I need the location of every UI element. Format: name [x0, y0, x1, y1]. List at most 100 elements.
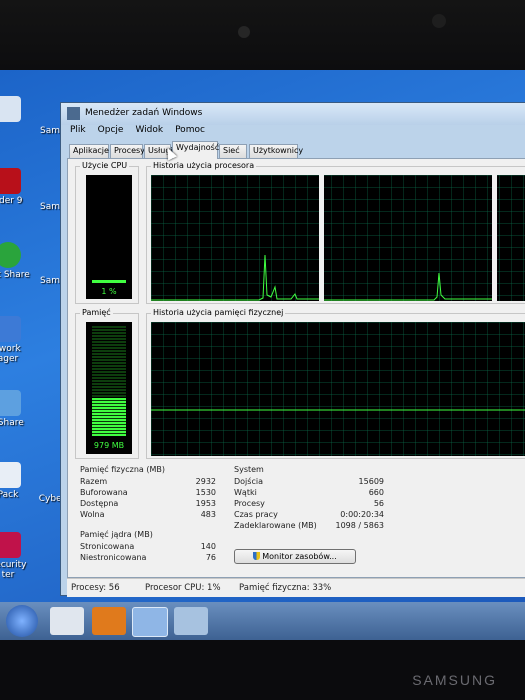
- desktop-icon-allshare[interactable]: eShare: [0, 390, 30, 428]
- stat-value: 1953: [195, 499, 216, 508]
- desktop-icon-pack[interactable]: Pack: [0, 462, 30, 500]
- taskbar-media-icon[interactable]: [92, 607, 126, 635]
- desktop-icon-label: Pack: [0, 490, 19, 500]
- menu-options[interactable]: Opcje: [98, 125, 124, 135]
- stat-key: Dojścia: [234, 477, 263, 486]
- task-manager-icon: [67, 107, 80, 120]
- tab-networking[interactable]: Sieć: [219, 144, 247, 158]
- cpu-usage-gauge: 1 %: [86, 175, 132, 299]
- stat-value: 2932: [195, 477, 216, 486]
- stat-row: Dojścia 15609: [234, 477, 384, 488]
- desktop-icon-label: twork ager: [0, 344, 21, 364]
- cpu-usage-value: 1 %: [101, 287, 117, 296]
- desktop-icon-label: ader 9: [0, 196, 23, 206]
- memory-bar: [92, 398, 126, 436]
- physical-memory-title: Pamięć fizyczna (MB): [80, 465, 165, 474]
- memory-label: Pamięć: [80, 308, 113, 317]
- desktop-icon-network-manager[interactable]: twork ager: [0, 316, 30, 364]
- stat-key: Wątki: [234, 488, 257, 497]
- kernel-memory-title: Pamięć jądra (MB): [80, 530, 153, 539]
- resource-monitor-label: Monitor zasobów...: [262, 552, 337, 561]
- system-title: System: [234, 465, 264, 474]
- memory-gauge: 979 MB: [86, 322, 132, 454]
- taskbar-app-icon[interactable]: [174, 607, 208, 635]
- stat-row: Procesy 56: [234, 499, 384, 510]
- stat-row: Niestronicowana 76: [80, 553, 216, 564]
- desktop-icon-security[interactable]: Security ter: [0, 532, 30, 580]
- stat-key: Zadeklarowane (MB): [234, 521, 317, 530]
- tab-processes[interactable]: Procesy: [110, 144, 145, 158]
- laptop-bezel-bottom: SAMSUNG: [0, 640, 525, 700]
- stat-key: Wolna: [80, 510, 105, 519]
- memory-history-group: Historia użycia pamięci fizycznej: [146, 308, 525, 459]
- cpu-core-2-graph: [324, 175, 492, 301]
- memory-history-graph: [151, 322, 525, 456]
- stat-key: Stronicowana: [80, 542, 135, 551]
- status-memory: Pamięć fizyczna: 33%: [239, 583, 332, 593]
- screen: Sam ader 9 Sam ent Share Sam twork ager …: [0, 70, 525, 642]
- stat-row: Stronicowana 140: [80, 542, 216, 553]
- tab-performance[interactable]: Wydajność: [172, 141, 219, 159]
- desktop-icon-label: Sam: [40, 202, 60, 212]
- cpu-history-label: Historia użycia procesora: [151, 161, 257, 170]
- laptop-bezel-top: [0, 0, 525, 78]
- taskbar-task-manager-icon[interactable]: [132, 607, 168, 637]
- cpu-history-group: Historia użycia procesora: [146, 161, 525, 304]
- system-stats: System Dojścia 15609 Wątki 660 Procesy 56 C…: [234, 465, 384, 535]
- stat-value: 15609: [358, 477, 384, 486]
- menu-view[interactable]: Widok: [135, 125, 163, 135]
- menu-bar: Plik Opcje Widok Pomoc: [64, 125, 525, 139]
- stat-row: Buforowana 1530: [80, 488, 216, 499]
- stat-value: 76: [205, 553, 216, 562]
- cpu-history-graph: [151, 175, 525, 301]
- physical-memory-stats: Pamięć fizyczna (MB) Razem 2932 Buforowan…: [80, 465, 216, 525]
- menu-help[interactable]: Pomoc: [175, 125, 205, 135]
- desktop-icon-label: Sam: [40, 276, 60, 286]
- task-manager-window: Menedżer zadań Windows Plik Opcje Widok Pom…: [60, 102, 525, 597]
- status-cpu: Procesor CPU: 1%: [145, 583, 221, 593]
- stat-key: Buforowana: [80, 488, 128, 497]
- shield-icon: [253, 552, 261, 560]
- stat-value: 56: [373, 499, 384, 508]
- memory-group: Pamięć 979 MB: [75, 308, 139, 459]
- resource-monitor-button[interactable]: Monitor zasobów...: [234, 549, 356, 564]
- menu-file[interactable]: Plik: [70, 125, 86, 135]
- memory-history-label: Historia użycia pamięci fizycznej: [151, 308, 286, 317]
- stat-row: Czas pracy 0:00:20:34: [234, 510, 384, 521]
- tab-applications[interactable]: Aplikacje: [69, 144, 109, 158]
- webcam-icon: [238, 26, 250, 38]
- status-bar: Procesy: 56 Procesor CPU: 1% Pamięć fizy…: [67, 578, 525, 597]
- cpu-usage-group: Użycie CPU 1 %: [75, 161, 139, 304]
- tab-strip: Aplikacje Procesy Usługi Wydajność Sieć …: [69, 141, 525, 161]
- brand-logo: SAMSUNG: [412, 672, 497, 688]
- performance-panel: Użycie CPU 1 % Historia użycia procesora: [67, 158, 525, 578]
- stat-row: Zadeklarowane (MB) 1098 / 5863: [234, 521, 384, 532]
- desktop-icon-samsung-1[interactable]: [0, 96, 30, 124]
- stat-value: 1530: [195, 488, 216, 497]
- stat-key: Procesy: [234, 499, 265, 508]
- desktop-icon-label: ent Share: [0, 270, 30, 280]
- desktop-icon-reader[interactable]: ader 9: [0, 168, 30, 206]
- stat-value: 1098 / 5863: [335, 521, 385, 530]
- taskbar-explorer-icon[interactable]: [50, 607, 84, 635]
- start-button-icon[interactable]: [6, 605, 38, 637]
- stat-value: 0:00:20:34: [340, 510, 384, 519]
- stat-key: Czas pracy: [234, 510, 278, 519]
- cpu-core-1-graph: [151, 175, 319, 301]
- cpu-core-3-graph: [497, 175, 525, 301]
- status-processes: Procesy: 56: [71, 583, 120, 593]
- window-title: Menedżer zadań Windows: [85, 108, 203, 118]
- kernel-memory-stats: Pamięć jądra (MB) Stronicowana 140 Niestr…: [80, 530, 216, 570]
- stat-value: 140: [200, 542, 216, 551]
- desktop-icon-contentshare[interactable]: ent Share: [0, 242, 30, 280]
- tab-users[interactable]: Użytkownicy: [249, 144, 303, 158]
- title-bar[interactable]: Menedżer zadań Windows: [61, 103, 525, 125]
- desktop-icon-label: Security ter: [0, 560, 27, 580]
- taskbar: [0, 602, 525, 642]
- sensor-icon: [432, 14, 446, 28]
- cpu-usage-label: Użycie CPU: [80, 161, 130, 170]
- stat-row: Razem 2932: [80, 477, 216, 488]
- stat-row: Wolna 483: [80, 510, 216, 521]
- stat-key: Niestronicowana: [80, 553, 147, 562]
- stat-key: Dostępna: [80, 499, 119, 508]
